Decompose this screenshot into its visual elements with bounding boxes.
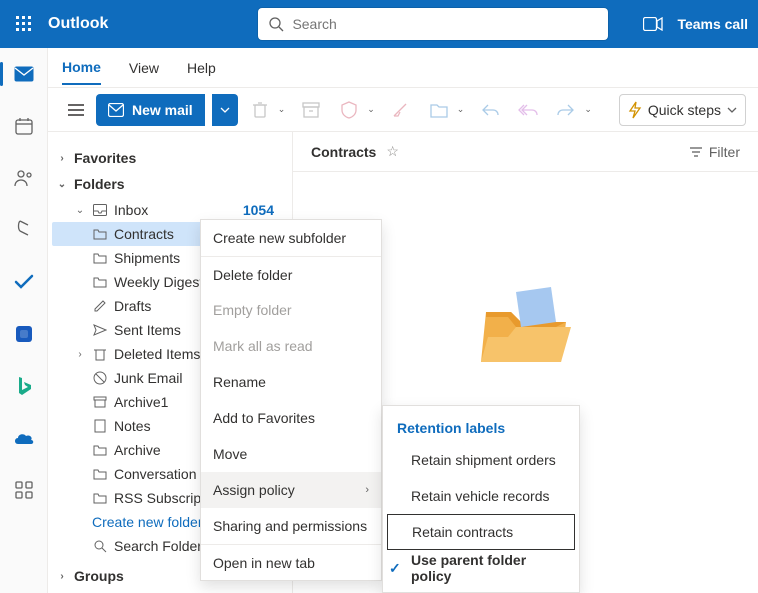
tab-help[interactable]: Help: [187, 52, 216, 84]
trash-icon: [92, 346, 108, 362]
tab-view[interactable]: View: [129, 52, 159, 84]
ctx-add-favorites[interactable]: Add to Favorites: [201, 400, 381, 436]
new-mail-label: New mail: [132, 102, 193, 118]
favorite-star-icon[interactable]: ☆: [386, 143, 399, 160]
nav-favorites[interactable]: ›Favorites: [52, 146, 284, 170]
ctx-delete-folder[interactable]: Delete folder: [201, 256, 381, 292]
mail-icon: [108, 103, 124, 117]
folder-icon: [92, 442, 108, 458]
app-brand: Outlook: [48, 15, 108, 33]
policy-use-parent[interactable]: ✓Use parent folder policy: [383, 550, 579, 586]
ribbon-tabs: Home View Help: [0, 48, 758, 88]
junk-icon: [92, 370, 108, 386]
rail-calendar-icon[interactable]: [4, 106, 44, 146]
archive-icon[interactable]: [295, 94, 327, 126]
sent-icon: [92, 322, 108, 338]
new-mail-dropdown[interactable]: [212, 94, 238, 126]
move-dropdown[interactable]: ⌄: [457, 104, 465, 115]
search-box[interactable]: [258, 8, 608, 40]
list-title: Contracts: [311, 144, 376, 160]
lightning-icon: [628, 101, 642, 119]
folder-context-menu: Create new subfolder Delete folder Empty…: [200, 219, 382, 581]
ctx-create-subfolder[interactable]: Create new subfolder: [201, 220, 381, 256]
reply-all-icon[interactable]: [512, 94, 544, 126]
rail-onedrive-icon[interactable]: [4, 418, 44, 458]
notes-icon: [92, 418, 108, 434]
toolbar: New mail ⌄ ⌄ ⌄ ⌄ Quick steps: [0, 88, 758, 132]
list-header: Contracts ☆ Filter: [293, 132, 758, 172]
forward-icon[interactable]: [550, 94, 582, 126]
ctx-rename[interactable]: Rename: [201, 364, 381, 400]
delete-dropdown[interactable]: ⌄: [278, 104, 286, 115]
drafts-icon: [92, 298, 108, 314]
search-input[interactable]: [292, 16, 598, 32]
check-icon: ✓: [389, 560, 401, 577]
ctx-open-new-tab[interactable]: Open in new tab: [201, 544, 381, 580]
video-icon[interactable]: [643, 17, 663, 31]
ctx-sharing[interactable]: Sharing and permissions: [201, 508, 381, 544]
policy-retain-shipment[interactable]: Retain shipment orders: [383, 442, 579, 478]
policy-retain-vehicle[interactable]: Retain vehicle records: [383, 478, 579, 514]
rail-bing-icon[interactable]: [4, 366, 44, 406]
move-icon[interactable]: [423, 94, 455, 126]
chevron-right-icon: ›: [365, 484, 369, 496]
inbox-count: 1054: [243, 202, 280, 218]
folder-icon: [92, 466, 108, 482]
rail-files-icon[interactable]: [4, 210, 44, 250]
filter-icon: [689, 147, 703, 157]
report-icon[interactable]: [333, 94, 365, 126]
rail-word-icon[interactable]: [4, 314, 44, 354]
forward-dropdown[interactable]: ⌄: [584, 104, 592, 115]
ctx-mark-all-read: Mark all as read: [201, 328, 381, 364]
chevron-down-icon: [727, 107, 737, 113]
ctx-move[interactable]: Move: [201, 436, 381, 472]
archive-icon: [92, 394, 108, 410]
folder-icon: [92, 226, 108, 242]
assign-policy-submenu: Retention labels Retain shipment orders …: [382, 405, 580, 593]
filter-button[interactable]: Filter: [689, 144, 740, 160]
report-dropdown[interactable]: ⌄: [367, 104, 375, 115]
ctx-empty-folder: Empty folder: [201, 292, 381, 328]
folder-icon: [92, 490, 108, 506]
chevron-down-icon: [220, 107, 230, 113]
ctx-assign-policy[interactable]: Assign policy›: [201, 472, 381, 508]
folder-icon: [92, 274, 108, 290]
folder-icon: [92, 250, 108, 266]
teams-call-link[interactable]: Teams call: [677, 16, 748, 32]
app-launcher-icon[interactable]: [10, 10, 38, 38]
filter-label: Filter: [709, 144, 740, 160]
rail-more-apps-icon[interactable]: [4, 470, 44, 510]
delete-icon[interactable]: [244, 94, 276, 126]
left-rail: [0, 48, 48, 593]
rail-people-icon[interactable]: [4, 158, 44, 198]
nav-folders[interactable]: ⌄Folders: [52, 172, 284, 196]
new-mail-button[interactable]: New mail: [96, 94, 205, 126]
reply-icon[interactable]: [474, 94, 506, 126]
policy-retain-contracts[interactable]: Retain contracts: [387, 514, 575, 550]
sweep-icon[interactable]: [385, 94, 417, 126]
rail-mail-icon[interactable]: [4, 54, 44, 94]
search-icon: [268, 16, 284, 32]
search-icon: [92, 538, 108, 554]
quick-steps-button[interactable]: Quick steps: [619, 94, 746, 126]
app-header: Outlook Teams call: [0, 0, 758, 48]
submenu-header: Retention labels: [383, 412, 579, 442]
quick-steps-label: Quick steps: [648, 102, 721, 118]
hamburger-icon[interactable]: [62, 96, 90, 124]
rail-todo-icon[interactable]: [4, 262, 44, 302]
inbox-icon: [92, 202, 108, 218]
tab-home[interactable]: Home: [62, 51, 101, 85]
